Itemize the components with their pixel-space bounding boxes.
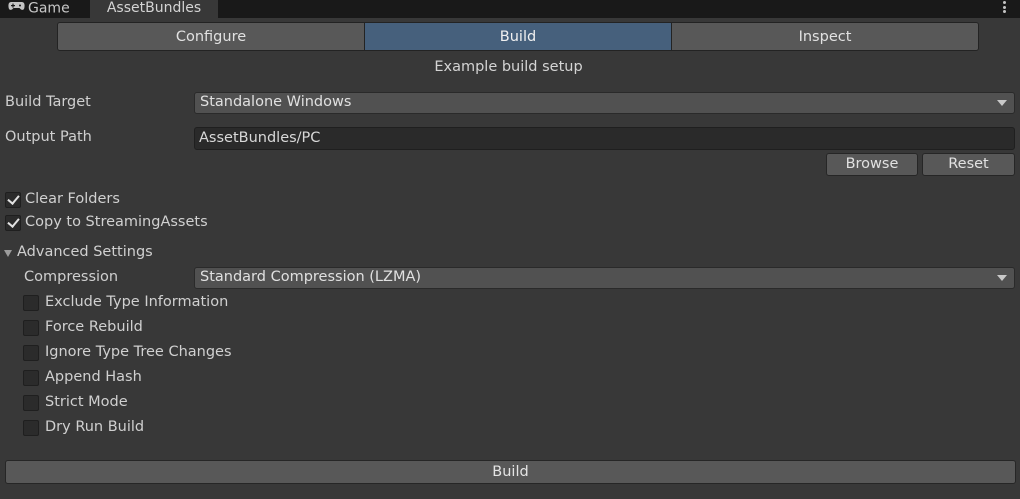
exclude-type-info-label: Exclude Type Information: [45, 294, 229, 310]
output-path-value: AssetBundles/PC: [199, 130, 321, 146]
clear-folders-checkbox[interactable]: [5, 192, 21, 208]
tab-game[interactable]: Game: [0, 0, 90, 18]
build-button[interactable]: Build: [5, 460, 1016, 484]
tab-game-label: Game: [28, 0, 70, 17]
strict-mode-label: Strict Mode: [45, 394, 128, 410]
tab-assetbundles-label: AssetBundles: [106, 0, 202, 16]
chevron-down-icon: [997, 275, 1007, 281]
ignore-type-tree-label: Ignore Type Tree Changes: [45, 344, 232, 360]
copy-streaming-checkbox[interactable]: [5, 215, 21, 231]
tab-assetbundles[interactable]: AssetBundles: [90, 0, 218, 18]
clear-folders-label: Clear Folders: [25, 191, 120, 207]
tab-inspect[interactable]: Inspect: [672, 23, 978, 50]
copy-streaming-label: Copy to StreamingAssets: [25, 214, 208, 230]
browse-button[interactable]: Browse: [826, 153, 918, 176]
append-hash-checkbox[interactable]: [23, 370, 39, 386]
mode-toolbar: Configure Build Inspect: [57, 22, 979, 51]
dry-run-build-label: Dry Run Build: [45, 419, 145, 435]
build-target-dropdown[interactable]: Standalone Windows: [194, 92, 1015, 114]
tab-configure[interactable]: Configure: [58, 23, 365, 50]
ignore-type-tree-checkbox[interactable]: [23, 345, 39, 361]
more-options-icon[interactable]: [1003, 0, 1007, 14]
compression-dropdown[interactable]: Standard Compression (LZMA): [194, 267, 1015, 289]
page-subtitle: Example build setup: [434, 59, 583, 75]
chevron-down-icon: [997, 100, 1007, 106]
reset-button[interactable]: Reset: [922, 153, 1015, 176]
strict-mode-checkbox[interactable]: [23, 395, 39, 411]
compression-value: Standard Compression (LZMA): [200, 269, 422, 285]
foldout-arrow-icon[interactable]: [4, 250, 12, 257]
build-target-label: Build Target: [5, 94, 91, 110]
output-path-field[interactable]: AssetBundles/PC: [194, 127, 1015, 150]
gamepad-icon: [8, 0, 25, 16]
compression-label: Compression: [24, 269, 119, 285]
force-rebuild-label: Force Rebuild: [45, 319, 143, 335]
append-hash-label: Append Hash: [45, 369, 142, 385]
window-tab-bar: Game AssetBundles: [0, 0, 1020, 18]
force-rebuild-checkbox[interactable]: [23, 320, 39, 336]
output-path-label: Output Path: [5, 129, 92, 145]
dry-run-build-checkbox[interactable]: [23, 420, 39, 436]
advanced-settings-foldout[interactable]: Advanced Settings: [17, 244, 153, 260]
tab-build[interactable]: Build: [365, 23, 672, 50]
build-target-value: Standalone Windows: [200, 94, 352, 110]
exclude-type-info-checkbox[interactable]: [23, 295, 39, 311]
